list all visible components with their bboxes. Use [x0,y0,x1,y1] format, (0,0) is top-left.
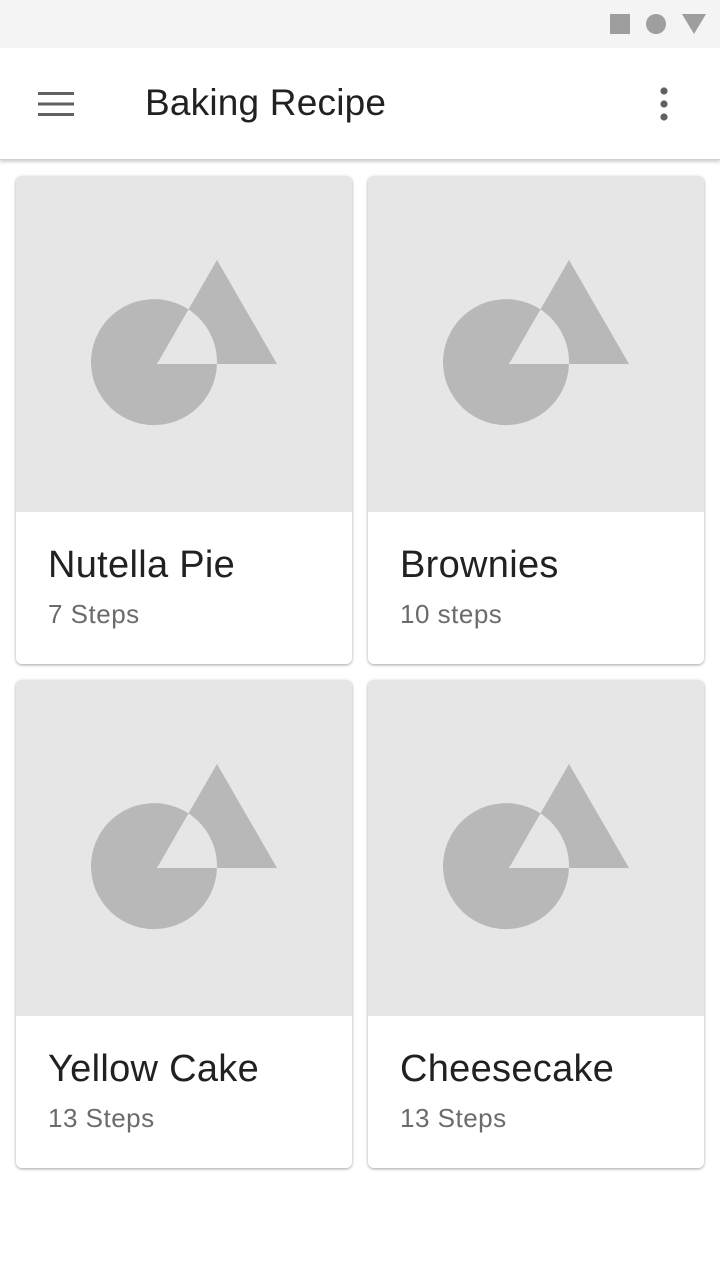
recipe-name: Nutella Pie [48,544,236,586]
recipe-name: Cheesecake [400,1048,615,1090]
recipe-name: Brownies [400,544,559,586]
recipe-card-brownies[interactable]: Brownies 10 steps [368,176,704,664]
status-bar [0,0,720,48]
recipe-steps: 13 Steps [48,1103,155,1133]
hamburger-menu-icon [38,92,74,116]
overflow-menu-button[interactable] [636,76,692,132]
circle-icon [646,14,666,34]
recipe-grid: Nutella Pie 7 Steps Brownies 10 steps Ye… [16,176,704,1168]
status-icons [610,13,706,35]
recipe-image [368,680,704,1016]
recipe-steps: 7 Steps [48,599,140,629]
image-placeholder-icon [91,260,277,426]
recipe-steps: 10 steps [400,599,503,629]
menu-button[interactable] [28,76,84,132]
recipe-name: Yellow Cake [48,1048,260,1090]
triangle-icon [682,14,706,34]
image-placeholder-icon [443,764,629,930]
recipe-image [368,176,704,512]
recipe-card-nutella-pie[interactable]: Nutella Pie 7 Steps [16,176,352,664]
image-placeholder-icon [91,764,277,930]
image-placeholder-icon [443,260,629,426]
recipe-image [16,680,352,1016]
recipe-image [16,176,352,512]
recipe-card-yellow-cake[interactable]: Yellow Cake 13 Steps [16,680,352,1168]
more-vert-icon [660,87,668,121]
page-title: Baking Recipe [145,82,387,123]
recipe-steps: 13 Steps [400,1103,507,1133]
recipe-card-cheesecake[interactable]: Cheesecake 13 Steps [368,680,704,1168]
app-bar: Baking Recipe [0,48,720,160]
square-icon [610,14,630,34]
